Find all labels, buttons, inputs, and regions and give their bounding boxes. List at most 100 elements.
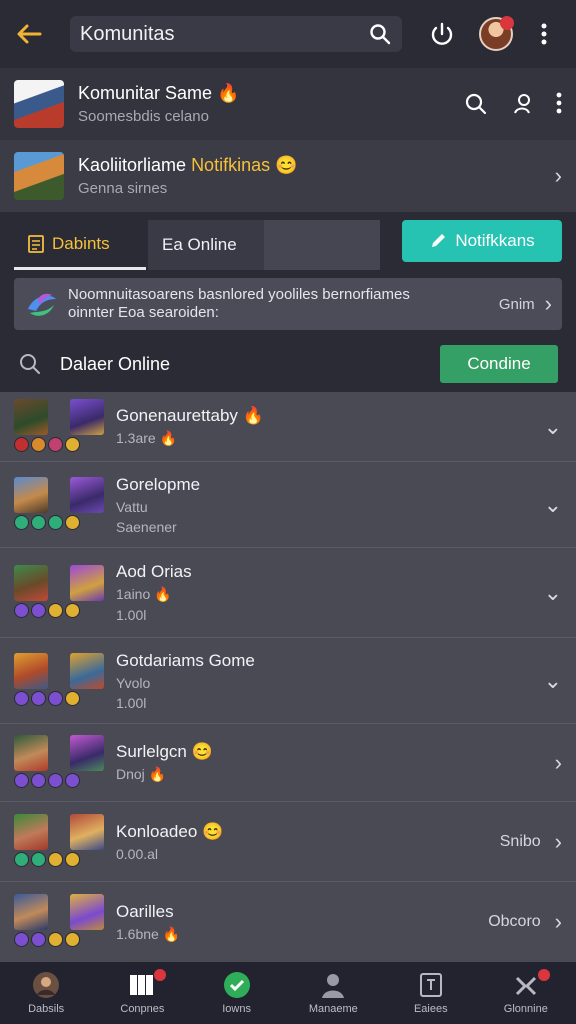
notifications-button[interactable]: Notifkkans xyxy=(402,220,562,262)
featured-thumbnail xyxy=(14,152,64,200)
game-subtitle-2: 1.00l xyxy=(116,607,147,623)
nav-item-eaiees[interactable]: Eaiees xyxy=(414,971,448,1015)
online-search-row: Dalaer Online Condine xyxy=(0,336,576,392)
list-item[interactable]: Surlelgcn 😊 Dnoj 🔥 › xyxy=(0,724,576,802)
community-title: Komunitar Same xyxy=(78,83,213,103)
tab-online[interactable]: Ea Online xyxy=(148,220,266,270)
status-dot-icon xyxy=(14,690,29,706)
game-subtitle-2: Saenener xyxy=(116,518,177,535)
flame-icon: 🔥 xyxy=(242,406,264,425)
search-icon[interactable] xyxy=(464,92,488,116)
game-status: Obcoro xyxy=(488,913,541,930)
list-item[interactable]: Gonenaurettaby 🔥 1.3are 🔥 ⌄ xyxy=(0,392,576,462)
document-icon xyxy=(28,234,44,253)
game-thumbnail xyxy=(14,476,48,513)
status-dot-icon xyxy=(48,772,63,788)
featured-highlight: Notifkinas xyxy=(191,155,271,175)
chevron-down-icon[interactable]: ⌄ xyxy=(544,668,562,694)
kebab-icon xyxy=(541,23,547,45)
game-subtitle-2: 1.00l xyxy=(116,694,147,711)
game-thumbnail xyxy=(14,652,48,689)
tab-bar: Dabints Ea Online Notifkkans xyxy=(0,212,576,272)
more-menu-button[interactable] xyxy=(524,14,564,54)
tab-online-label: Ea Online xyxy=(162,235,237,254)
puzzle-icon xyxy=(510,971,542,999)
community-subtitle: Soomesbdis celano xyxy=(78,108,209,125)
nav-item-iowns[interactable]: Iowns xyxy=(221,971,253,1015)
info-banner[interactable]: Noomnuitasoarens basnlored yooliles bern… xyxy=(14,278,562,330)
status-dot-icon xyxy=(14,851,29,867)
app-logo-icon xyxy=(28,293,56,316)
status-dot-icon xyxy=(65,772,80,788)
nav-item-dabsils[interactable]: Dabsils xyxy=(28,971,64,1015)
search-input[interactable]: Komunitas xyxy=(70,16,402,52)
chevron-down-icon[interactable]: ⌄ xyxy=(544,414,562,440)
status-dot-icon xyxy=(65,602,80,618)
tab-empty[interactable] xyxy=(264,220,380,270)
tab-dabints[interactable]: Dabints xyxy=(14,220,146,270)
list-item[interactable]: Oarilles 1.6bne 🔥 Obcoro › xyxy=(0,882,576,962)
game-icons xyxy=(14,894,106,950)
power-button[interactable] xyxy=(422,14,462,54)
list-item[interactable]: Gotdariams Gome Yvolo 1.00l ⌄ xyxy=(0,638,576,724)
game-icons xyxy=(14,476,106,533)
nav-item-conpnes[interactable]: Conpnes xyxy=(120,969,167,1015)
game-title: Gotdariams Gome xyxy=(116,650,255,670)
game-thumbnail xyxy=(14,398,48,435)
status-dots xyxy=(14,514,80,530)
status-dots xyxy=(14,690,80,706)
game-thumbnail xyxy=(14,894,48,930)
kebab-icon[interactable] xyxy=(556,92,562,114)
game-icons xyxy=(14,652,106,709)
profile-avatar-button[interactable] xyxy=(476,14,516,54)
featured-community-row[interactable]: Kaoliitorliame Notifkinas 😊 Genna sirnes… xyxy=(0,140,576,212)
status-dot-icon xyxy=(31,772,46,788)
game-subtitle: Dnoj xyxy=(116,766,145,782)
community-header[interactable]: Komunitar Same 🔥 Soomesbdis celano xyxy=(0,68,576,140)
power-icon xyxy=(431,22,453,45)
nav-badge xyxy=(537,969,550,981)
search-icon[interactable] xyxy=(18,352,42,376)
back-button[interactable] xyxy=(0,0,58,68)
status-dot-icon xyxy=(31,851,46,867)
game-subtitle: 0.00.al xyxy=(116,845,159,862)
nav-item-glonnine[interactable]: Glonnine xyxy=(504,969,550,1015)
back-arrow-icon xyxy=(17,24,42,44)
user-plus-icon[interactable] xyxy=(510,92,534,116)
game-icons xyxy=(14,734,106,791)
list-item[interactable]: Gorelopme Vattu Saenener ⌄ xyxy=(0,462,576,548)
game-title: Gorelopme xyxy=(116,474,201,494)
status-dot-icon xyxy=(65,690,80,706)
status-dot-icon xyxy=(14,436,29,452)
avatar-icon xyxy=(30,971,62,999)
game-thumbnail xyxy=(14,813,48,850)
status-dots xyxy=(14,932,80,947)
chevron-down-icon[interactable]: ⌄ xyxy=(544,580,562,606)
nav-label: Iowns xyxy=(222,1003,251,1015)
chevron-right-icon[interactable]: › xyxy=(555,909,562,935)
featured-title: Kaoliitorliame xyxy=(78,155,187,175)
list-item[interactable]: Aod Orias 1aino 🔥 1.00l ⌄ xyxy=(0,548,576,638)
game-thumbnail xyxy=(70,652,104,689)
game-list: Gonenaurettaby 🔥 1.3are 🔥 ⌄ Gorelopme Va… xyxy=(0,392,576,962)
banner-link[interactable]: Gnim xyxy=(499,296,535,313)
smile-emoji-icon: 😊 xyxy=(275,155,298,175)
featured-subtitle: Genna sirnes xyxy=(78,180,168,197)
chevron-right-icon[interactable]: › xyxy=(555,750,562,776)
search-icon[interactable] xyxy=(368,22,392,46)
status-dot-icon xyxy=(48,602,63,618)
check-icon xyxy=(221,971,253,999)
game-thumbnail xyxy=(70,734,104,771)
chevron-right-icon[interactable]: › xyxy=(555,829,562,855)
game-icons xyxy=(14,813,106,870)
game-thumbnail xyxy=(70,813,104,850)
chevron-right-icon: › xyxy=(544,291,552,316)
list-item[interactable]: Konloadeo 😊 0.00.al Snibo › xyxy=(0,802,576,882)
game-thumbnail xyxy=(14,564,48,601)
flame-icon: 🔥 xyxy=(159,430,178,446)
nav-item-manaeme[interactable]: Manaeme xyxy=(309,971,358,1015)
banner-text-line1: Noomnuitasoarens basnlored yooliles bern… xyxy=(68,286,410,303)
banner-area: Noomnuitasoarens basnlored yooliles bern… xyxy=(0,272,576,336)
chevron-down-icon[interactable]: ⌄ xyxy=(544,492,562,518)
continue-button[interactable]: Condine xyxy=(440,345,558,383)
